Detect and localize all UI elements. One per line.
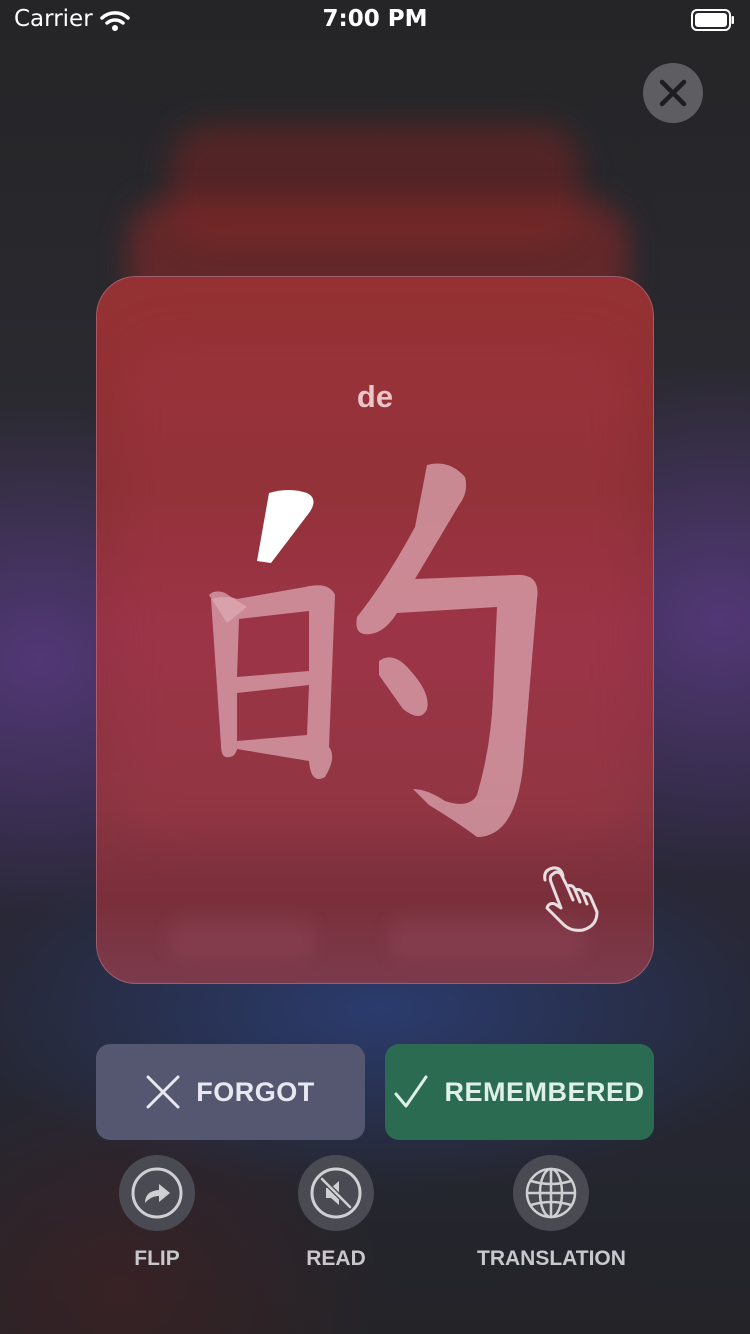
forgot-button[interactable]: FORGOT (96, 1044, 365, 1140)
translation-button[interactable] (513, 1155, 590, 1231)
close-button[interactable] (643, 63, 703, 123)
flip-label: FLIP (134, 1247, 180, 1270)
remembered-label: REMEMBERED (444, 1076, 645, 1107)
forgot-label: FORGOT (196, 1076, 315, 1107)
flip-tool[interactable]: FLIP (119, 1155, 195, 1271)
checkmark-icon (394, 1075, 428, 1108)
translation-label: TRANSLATION (477, 1247, 626, 1270)
tap-hand-icon (543, 866, 599, 932)
translation-tool[interactable]: TRANSLATION (477, 1155, 626, 1271)
flip-icon (131, 1167, 183, 1219)
read-label: READ (306, 1247, 366, 1270)
status-bar: Carrier 7:00 PM (0, 0, 750, 40)
x-icon (146, 1075, 180, 1109)
read-button[interactable] (298, 1155, 374, 1231)
flashcard[interactable]: de (96, 276, 654, 984)
speaker-muted-icon (310, 1167, 362, 1219)
battery-icon (691, 9, 734, 31)
remembered-button[interactable]: REMEMBERED (385, 1044, 654, 1140)
read-tool[interactable]: READ (298, 1155, 374, 1271)
highlighted-stroke (257, 490, 314, 563)
status-time: 7:00 PM (322, 6, 428, 32)
blurred-meaning (167, 917, 317, 961)
flip-button[interactable] (119, 1155, 195, 1231)
globe-icon (526, 1167, 577, 1219)
close-icon (659, 79, 687, 107)
